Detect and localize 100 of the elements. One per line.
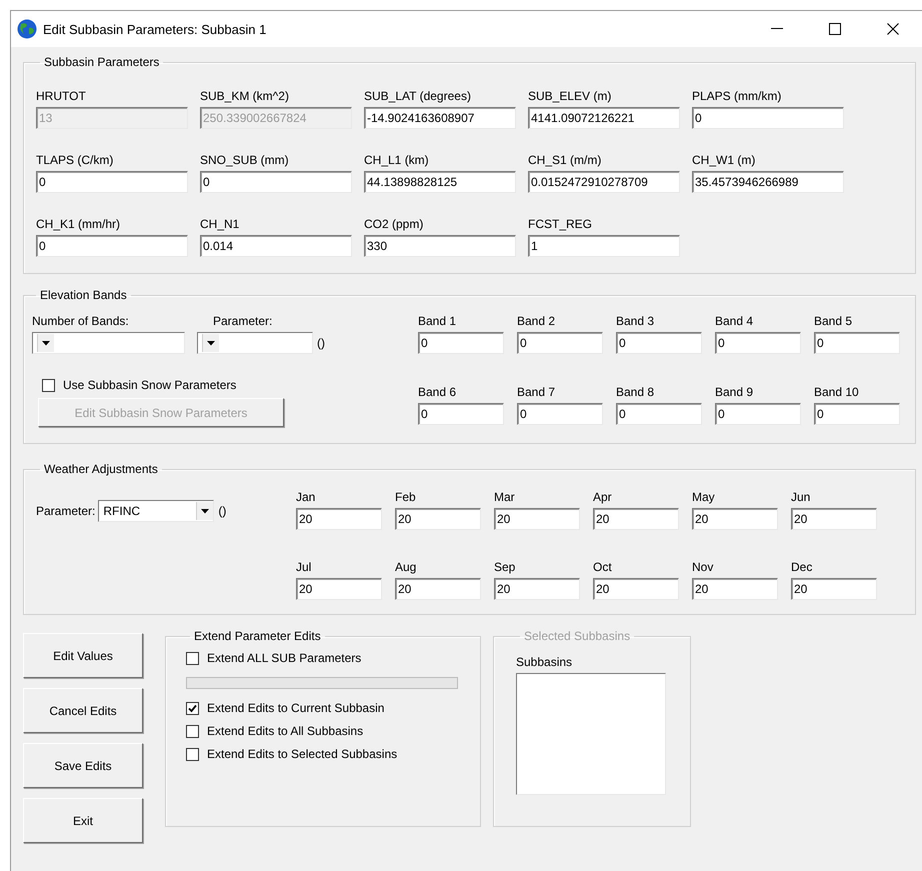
- input-field[interactable]: 0.0152472910278709: [528, 171, 680, 193]
- input-field[interactable]: 0: [36, 171, 188, 193]
- list-label: Subbasins: [516, 655, 574, 669]
- field-label: Parameter:: [36, 503, 96, 518]
- input-field[interactable]: 0: [36, 235, 188, 257]
- field-label: CO2 (ppm): [364, 217, 424, 231]
- field-label: CH_W1 (m): [692, 153, 756, 167]
- field-label: Band 7: [517, 384, 556, 398]
- input-field[interactable]: 20: [296, 578, 382, 600]
- field-label: HRUTOT: [36, 89, 87, 103]
- checkbox[interactable]: [186, 724, 199, 738]
- window-title: Edit Subbasin Parameters: Subbasin 1: [43, 22, 268, 36]
- field-label: Band 6: [418, 384, 458, 398]
- group-title: Subbasin Parameters: [43, 55, 160, 69]
- input-field[interactable]: 0: [715, 332, 801, 354]
- field-label: FCST_REG: [528, 217, 594, 231]
- field-label: SUB_LAT (degrees): [364, 89, 472, 103]
- input-field[interactable]: 44.13898828125: [364, 171, 516, 193]
- field-label: Band 1: [418, 314, 458, 328]
- field-label: Band 2: [517, 314, 556, 328]
- input-field[interactable]: 4141.09072126221: [528, 107, 680, 129]
- input-field[interactable]: 0: [814, 402, 900, 424]
- units-label: (): [317, 336, 325, 352]
- field-label: CH_N1: [200, 217, 240, 231]
- input-field[interactable]: -14.9024163608907: [364, 107, 516, 129]
- group-title: Weather Adjustments: [43, 462, 159, 476]
- field-label: SNO_SUB (mm): [200, 153, 290, 167]
- field-label: Aug: [395, 560, 418, 574]
- checkbox[interactable]: [42, 378, 55, 392]
- close-icon[interactable]: [887, 23, 899, 35]
- action-button[interactable]: Edit Values: [23, 633, 143, 678]
- units-label: (): [218, 503, 226, 520]
- action-button[interactable]: Save Edits: [23, 743, 143, 788]
- maximize-icon[interactable]: [829, 23, 841, 35]
- input-field[interactable]: 0: [616, 332, 702, 354]
- caret-icon: [196, 502, 214, 520]
- field-label: May: [692, 490, 716, 504]
- input-field[interactable]: 20: [296, 508, 382, 530]
- input-field[interactable]: 0: [692, 107, 844, 129]
- checkbox-label[interactable]: Extend Edits to Current Subbasin: [207, 701, 384, 715]
- input-field[interactable]: 20: [494, 578, 580, 600]
- field-label: TLAPS (C/km): [36, 153, 114, 167]
- input-field[interactable]: 0: [517, 402, 603, 424]
- field-label: Mar: [494, 490, 516, 504]
- field-label: Sep: [494, 560, 516, 574]
- input-field[interactable]: 20: [494, 508, 580, 530]
- input-field[interactable]: 0: [814, 332, 900, 354]
- input-field[interactable]: 0: [200, 171, 352, 193]
- checkbox-label[interactable]: Extend Edits to Selected Subbasins: [207, 747, 398, 761]
- checkbox[interactable]: [186, 702, 199, 714]
- field-label: SUB_KM (km^2): [200, 89, 290, 103]
- field-label: Jan: [296, 490, 316, 504]
- input-field[interactable]: 35.4573946266989: [692, 171, 844, 193]
- action-button[interactable]: Exit: [23, 798, 143, 843]
- input-field[interactable]: 20: [593, 508, 679, 530]
- input-field[interactable]: 20: [593, 578, 679, 600]
- input-field[interactable]: 20: [791, 508, 877, 530]
- dropdown[interactable]: [197, 332, 313, 354]
- minimize-icon[interactable]: [771, 28, 783, 30]
- input-field[interactable]: 20: [692, 578, 778, 600]
- field-label: Jul: [296, 560, 312, 574]
- checkbox[interactable]: [186, 652, 199, 664]
- input-field[interactable]: 0: [517, 332, 603, 354]
- input-field[interactable]: 20: [395, 578, 481, 600]
- input-field[interactable]: 0.014: [200, 235, 352, 257]
- checkbox-label[interactable]: Extend ALL SUB Parameters: [207, 651, 362, 665]
- group-title: Elevation Bands: [39, 288, 128, 302]
- caret-icon: [37, 334, 54, 352]
- input-field[interactable]: 20: [692, 508, 778, 530]
- field-label: Band 4: [715, 314, 754, 328]
- field-label: Dec: [791, 560, 814, 574]
- globe-icon: [17, 19, 37, 39]
- checkbox-label[interactable]: Extend Edits to All Subbasins: [207, 724, 364, 738]
- field-label: SUB_ELEV (m): [528, 89, 612, 103]
- field-label: Apr: [593, 490, 613, 504]
- input-field[interactable]: 0: [715, 402, 801, 424]
- dropdown[interactable]: RFINC: [98, 500, 214, 522]
- field-label: Feb: [395, 490, 417, 504]
- checkbox-label[interactable]: Use Subbasin Snow Parameters: [63, 378, 236, 392]
- checkbox[interactable]: [186, 748, 199, 760]
- field-label: CH_L1 (km): [364, 153, 430, 167]
- group-title: Extend Parameter Edits: [193, 629, 322, 643]
- input-field[interactable]: 0: [418, 402, 504, 424]
- field-label: PLAPS (mm/km): [692, 89, 782, 103]
- action-button[interactable]: Cancel Edits: [23, 688, 143, 733]
- field-label: Band 5: [814, 314, 854, 328]
- input-field[interactable]: 20: [791, 578, 877, 600]
- group-title: Selected Subbasins: [523, 629, 632, 643]
- dropdown[interactable]: [32, 332, 185, 354]
- field-label: Nov: [692, 560, 714, 574]
- input-field[interactable]: 330: [364, 235, 516, 257]
- field-label: Band 9: [715, 384, 754, 398]
- field-label: Band 8: [616, 384, 656, 398]
- caret-icon: [202, 334, 219, 352]
- field-label: CH_S1 (m/m): [528, 153, 602, 167]
- input-field[interactable]: 1: [528, 235, 680, 257]
- input-field[interactable]: 20: [395, 508, 481, 530]
- input-field[interactable]: 0: [418, 332, 504, 354]
- input-field[interactable]: 0: [616, 402, 702, 424]
- field-label: Jun: [791, 490, 812, 504]
